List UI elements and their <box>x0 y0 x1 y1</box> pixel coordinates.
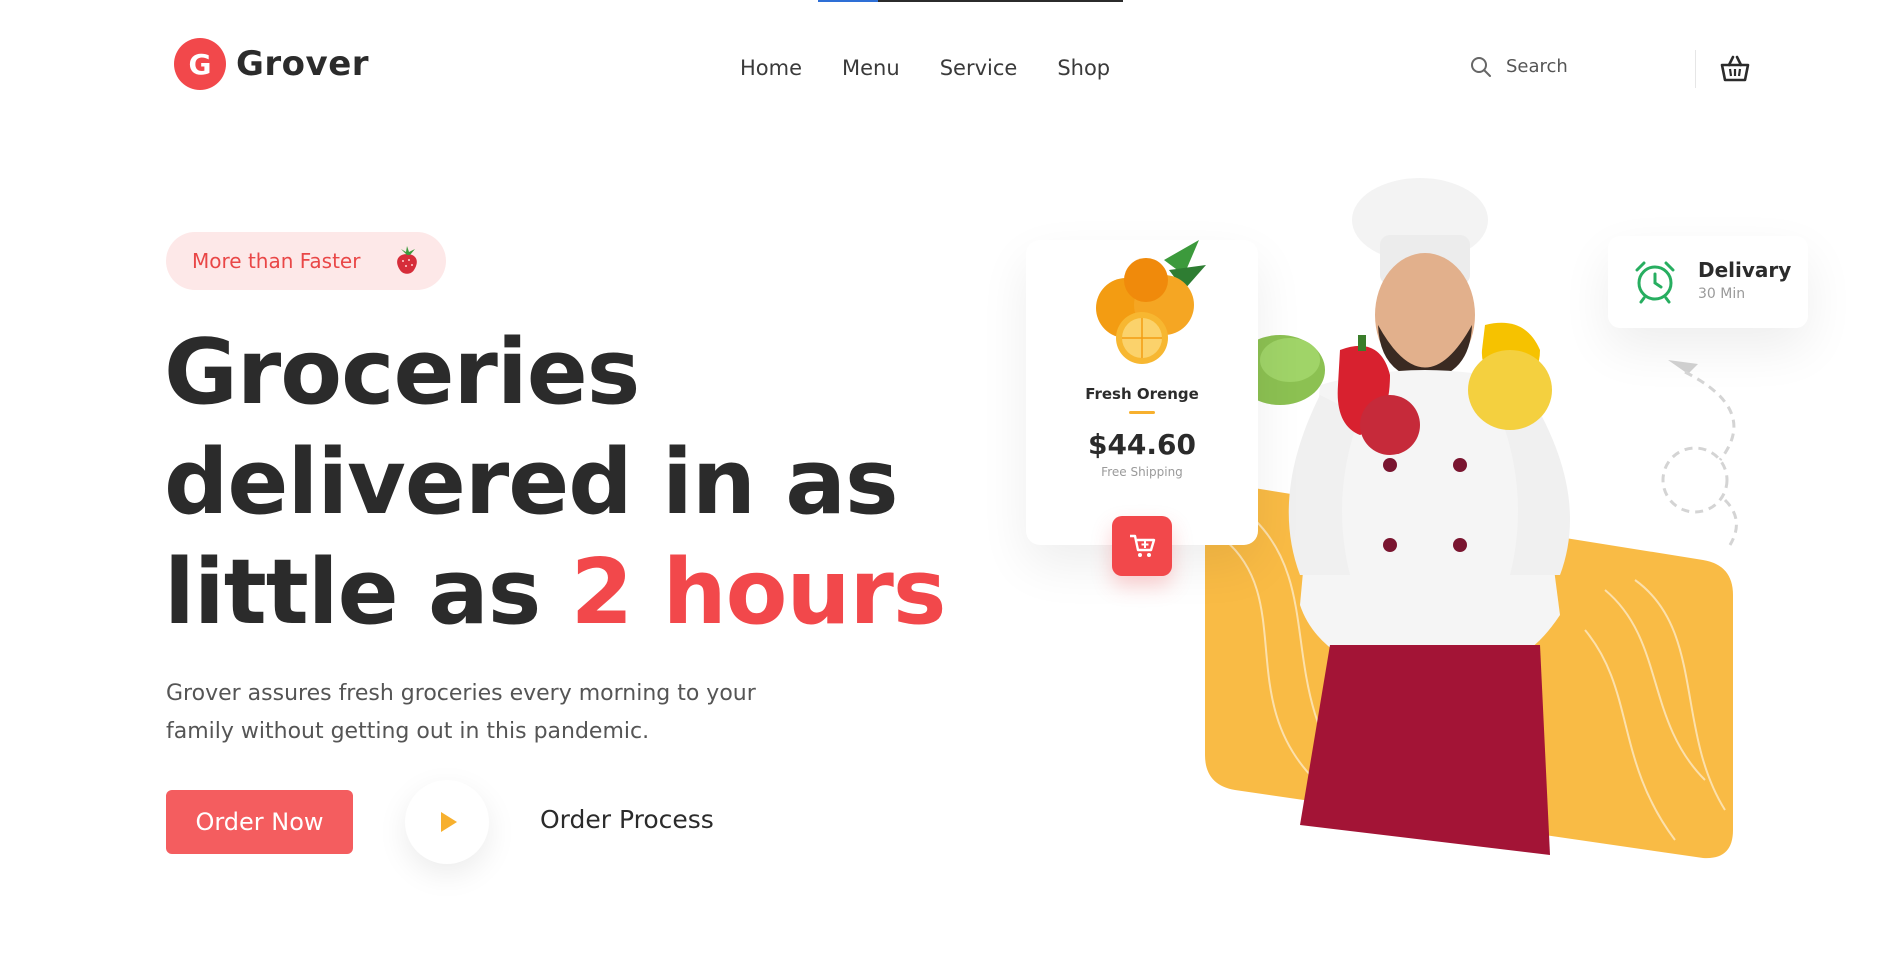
basket-button[interactable] <box>1718 52 1752 86</box>
headline-line-2: delivered in as <box>164 430 899 535</box>
hero-headline: Groceries delivered in as little as 2 ho… <box>164 318 946 648</box>
search-icon[interactable] <box>1470 56 1492 78</box>
logo-letter: G <box>188 47 212 81</box>
dashed-path-decoration <box>1661 360 1738 546</box>
orange-fruit-image <box>1096 240 1206 364</box>
headline-highlight: 2 hours <box>570 540 947 645</box>
strawberry-icon <box>397 246 417 274</box>
hero-badge-label: More than Faster <box>192 249 361 273</box>
nav-item-shop[interactable]: Shop <box>1057 56 1110 80</box>
nav-item-menu[interactable]: Menu <box>842 56 900 80</box>
delivery-card: Delivary 30 Min <box>1608 236 1808 328</box>
main-nav: Home Menu Service Shop <box>740 56 1110 80</box>
delivery-time: 30 Min <box>1698 286 1746 302</box>
product-price: $44.60 <box>1087 428 1197 461</box>
delivery-title: Delivary <box>1698 258 1792 282</box>
order-process-link[interactable]: Order Process <box>540 805 714 834</box>
header-divider <box>1695 50 1696 88</box>
logo-mark-icon: G <box>174 38 226 90</box>
play-icon <box>441 812 457 832</box>
product-card[interactable]: Fresh Orenge $44.60 Free Shipping <box>1026 240 1258 576</box>
nav-item-home[interactable]: Home <box>740 56 802 80</box>
product-underline <box>1129 411 1155 414</box>
basket-icon <box>1720 55 1750 82</box>
hero-description-line-2: family without getting out in this pande… <box>166 719 650 744</box>
chef-illustration <box>1240 178 1570 855</box>
scroll-progress-fill <box>818 0 878 2</box>
hero-description: Grover assures fresh groceries every mor… <box>166 675 806 751</box>
scroll-progress-bar <box>818 0 1123 2</box>
brand-name: Grover <box>236 44 370 84</box>
product-name: Fresh Orenge <box>1085 385 1199 403</box>
product-shipping: Free Shipping <box>1101 465 1183 479</box>
hero-badge: More than Faster <box>166 232 446 290</box>
brand-logo[interactable]: G Grover <box>174 38 369 90</box>
play-video-button[interactable] <box>405 780 489 864</box>
landing-page: G Grover Home Menu Service Shop More tha… <box>0 0 1897 969</box>
add-to-cart-button[interactable] <box>1112 516 1172 576</box>
hero-description-line-1: Grover assures fresh groceries every mor… <box>166 681 756 706</box>
alarm-clock-icon <box>1635 261 1675 304</box>
cart-plus-icon <box>1130 534 1156 557</box>
search-box <box>1470 55 1680 78</box>
headline-line-3: little as <box>164 540 571 645</box>
order-now-button[interactable]: Order Now <box>166 790 353 854</box>
headline-line-1: Groceries <box>164 320 640 425</box>
search-input[interactable] <box>1504 55 1658 78</box>
nav-item-service[interactable]: Service <box>940 56 1018 80</box>
